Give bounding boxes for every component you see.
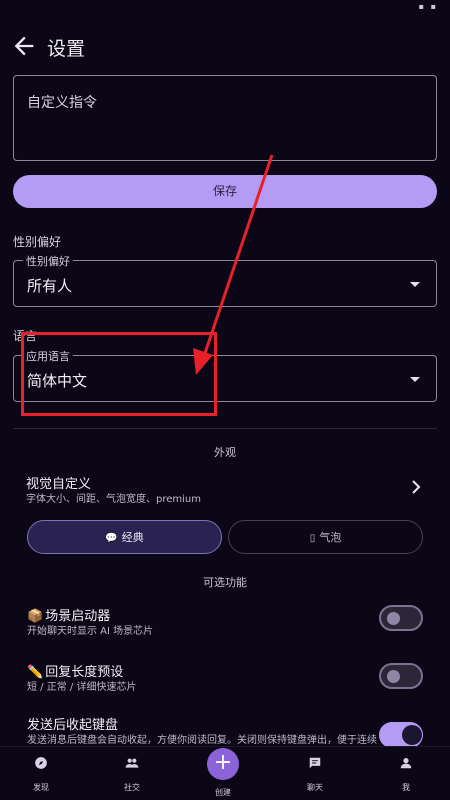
visual-customization-subtitle: 字体大小、间距、气泡宽度、premium <box>26 494 201 505</box>
nav-me[interactable]: 我 <box>371 747 441 800</box>
reply-length-toggle[interactable] <box>379 663 423 689</box>
nav-discover-label: 发现 <box>33 783 49 792</box>
nav-chat-label: 聊天 <box>307 783 323 792</box>
collapse-keyboard-toggle[interactable] <box>379 722 423 748</box>
top-bar: 设置 <box>0 22 450 72</box>
style-classic-button[interactable]: 💬 经典 <box>27 520 222 554</box>
appearance-section-label: 外观 <box>214 446 236 459</box>
toggle-knob <box>402 725 422 745</box>
reply-length-row: ✏️ 回复长度预设 短 / 正常 / 详细快速芯片 <box>27 661 423 693</box>
nav-social-label: 社交 <box>124 783 140 792</box>
compass-icon <box>35 757 47 769</box>
chat-bubble-icon: 💬 <box>105 533 118 544</box>
bubble-style-icon: ▯ <box>309 533 316 544</box>
back-arrow-icon[interactable] <box>10 32 38 60</box>
optional-features-section-label: 可选功能 <box>203 576 247 589</box>
annotation-highlight-box <box>21 332 217 416</box>
scene-launcher-subtitle: 开始聊天时显示 AI 场景芯片 <box>27 626 154 637</box>
nav-discover[interactable]: 发现 <box>6 747 76 800</box>
settings-screen: 设置 ▪ ▪ 自定义指令 保存 性别偏好 性别偏好 所有人 语言 应用语言 简体… <box>0 0 450 800</box>
person-icon <box>400 758 412 769</box>
gender-section-label: 性别偏好 <box>13 235 62 249</box>
reply-length-subtitle: 短 / 正常 / 详细快速芯片 <box>27 682 137 693</box>
toggle-knob <box>387 670 400 683</box>
gender-select[interactable]: 性别偏好 所有人 <box>13 253 437 307</box>
bottom-navigation: 发现 社交 + 创建 聊天 我 <box>0 746 450 800</box>
create-button[interactable]: + <box>207 748 239 780</box>
style-bubble-button[interactable]: ▯ 气泡 <box>228 520 423 554</box>
gender-value: 所有人 <box>27 277 73 295</box>
page-title: 设置 <box>47 38 86 60</box>
nav-create-label: 创建 <box>215 788 231 797</box>
dropdown-caret-icon <box>410 282 420 287</box>
collapse-keyboard-subtitle: 发送消息后键盘会自动收起，方便你阅读回复。关闭则保持键盘弹出，便于连续 <box>27 735 377 746</box>
section-divider <box>13 428 437 429</box>
collapse-keyboard-row: 发送后收起键盘 发送消息后键盘会自动收起，方便你阅读回复。关闭则保持键盘弹出，便… <box>27 714 423 759</box>
chevron-right-icon <box>412 480 421 494</box>
scene-launcher-row: 📦 场景启动器 开始聊天时显示 AI 场景芯片 <box>27 605 423 637</box>
nav-me-label: 我 <box>402 783 410 792</box>
style-classic-label: 经典 <box>121 531 144 544</box>
gender-field-label: 性别偏好 <box>23 253 73 269</box>
custom-instruction-field[interactable]: 自定义指令 <box>13 75 437 161</box>
scene-launcher-toggle[interactable] <box>379 605 423 631</box>
toggle-knob <box>387 612 400 625</box>
dropdown-caret-icon <box>410 377 420 382</box>
save-button[interactable]: 保存 <box>13 175 437 208</box>
custom-instruction-placeholder: 自定义指令 <box>27 95 97 111</box>
chat-icon <box>309 757 321 769</box>
nav-chat[interactable]: 聊天 <box>280 747 350 800</box>
nav-social[interactable]: 社交 <box>97 747 167 800</box>
visual-customization-row[interactable]: 视觉自定义 字体大小、间距、气泡宽度、premium <box>13 470 437 506</box>
people-icon <box>125 758 139 768</box>
style-bubble-label: 气泡 <box>319 531 342 544</box>
plus-icon: + <box>213 750 233 775</box>
status-indicator: ▪ ▪ <box>418 2 438 11</box>
